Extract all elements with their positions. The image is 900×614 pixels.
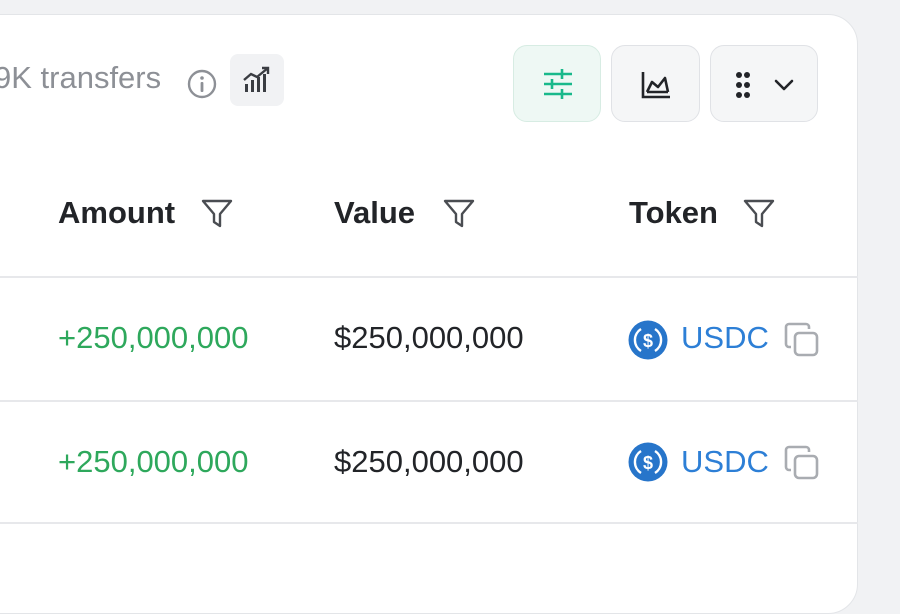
svg-text:$: $ [643, 331, 653, 351]
column-header-amount: Amount [58, 195, 176, 230]
row-divider [0, 400, 858, 402]
row-divider [0, 522, 858, 524]
header-divider [0, 276, 858, 278]
usdc-icon: $ [628, 442, 668, 482]
filter-value-icon[interactable] [442, 197, 476, 231]
filter-amount-icon[interactable] [200, 197, 234, 231]
column-header-value: Value [334, 195, 415, 230]
info-icon[interactable] [186, 68, 218, 100]
copy-icon[interactable] [784, 322, 820, 358]
chart-icon [243, 66, 270, 92]
token-link[interactable]: USDC [681, 320, 769, 356]
token-link[interactable]: USDC [681, 444, 769, 480]
column-options-button[interactable] [710, 45, 818, 122]
amount-cell: +250,000,000 [58, 444, 249, 479]
chart-view-button[interactable] [611, 45, 700, 122]
grid-icon [736, 72, 750, 98]
filters-button[interactable] [513, 45, 601, 122]
usdc-icon: $ [628, 320, 668, 360]
amount-cell: +250,000,000 [58, 320, 249, 355]
svg-text:$: $ [643, 453, 653, 473]
sliders-icon [544, 69, 572, 99]
area-chart-icon [641, 72, 670, 99]
column-header-token: Token [629, 195, 718, 230]
chart-toggle-button[interactable] [230, 54, 284, 106]
copy-icon[interactable] [784, 445, 820, 481]
chevron-down-icon [774, 79, 794, 91]
transfer-count: 9K transfers [0, 60, 162, 95]
value-cell: $250,000,000 [334, 320, 524, 355]
filter-token-icon[interactable] [742, 197, 776, 231]
value-cell: $250,000,000 [334, 444, 524, 479]
page-background [858, 0, 900, 555]
